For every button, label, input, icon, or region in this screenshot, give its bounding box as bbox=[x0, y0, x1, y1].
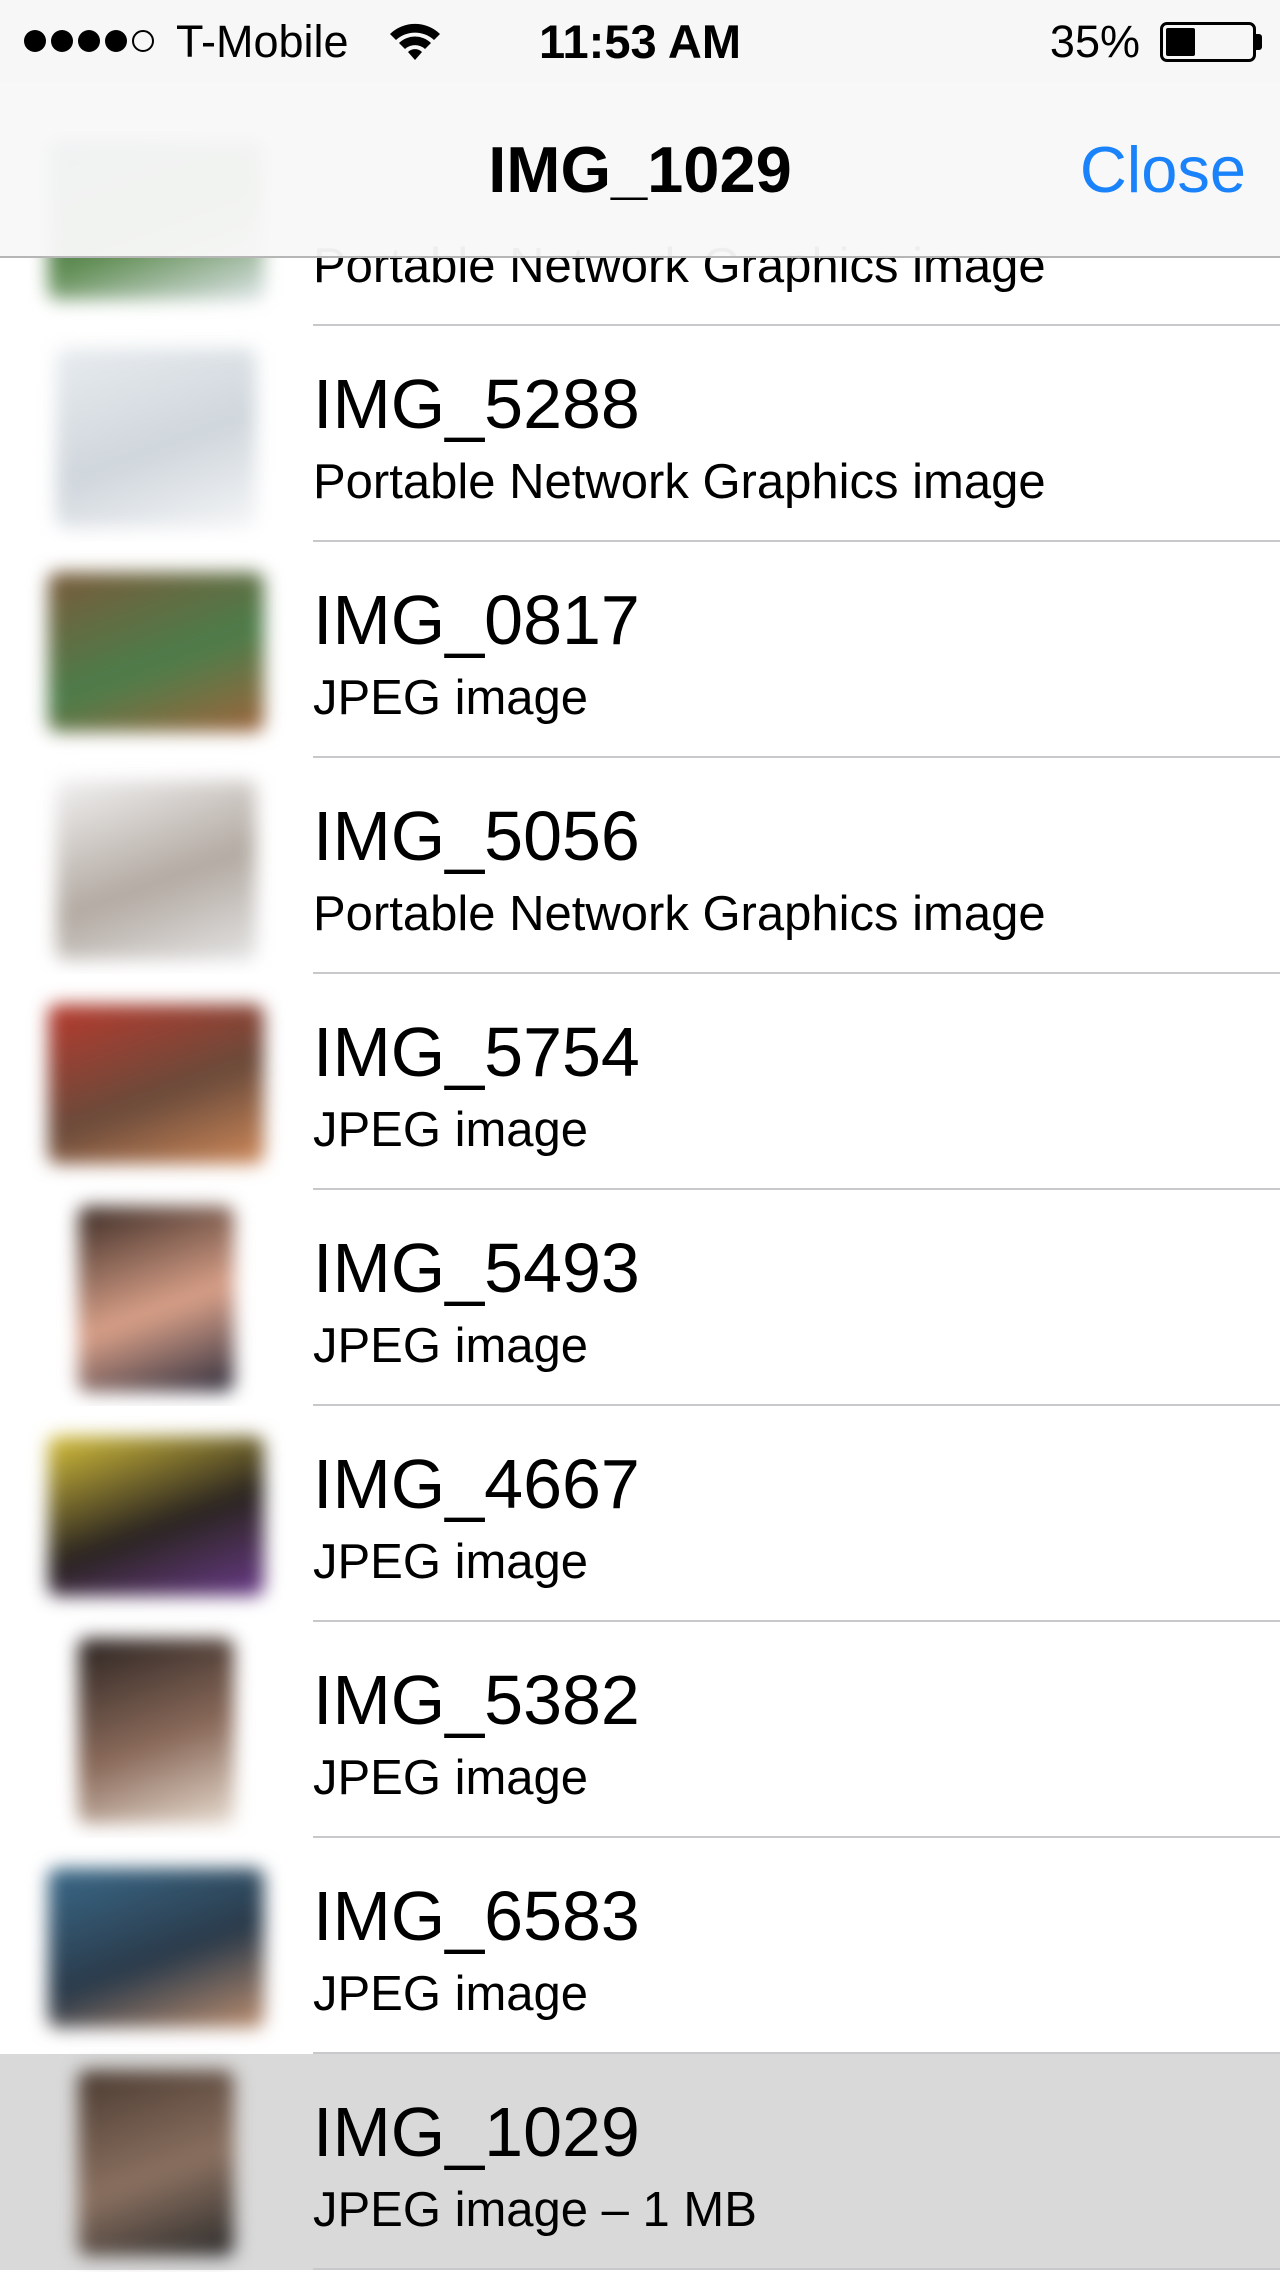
list-item-selected[interactable]: IMG_1029 JPEG image – 1 MB bbox=[0, 2054, 1280, 2270]
file-thumbnail bbox=[48, 572, 264, 732]
file-name: IMG_5493 bbox=[313, 1229, 640, 1307]
file-thumbnail bbox=[78, 1206, 234, 1392]
file-thumbnail bbox=[48, 1868, 264, 2028]
battery-nub bbox=[1256, 34, 1262, 50]
file-type: JPEG image bbox=[313, 1319, 589, 1373]
file-type: JPEG image bbox=[313, 1103, 589, 1157]
status-bar: T-Mobile 11:53 AM 35% bbox=[0, 0, 1280, 82]
file-name: IMG_5382 bbox=[313, 1661, 640, 1739]
navigation-bar: IMG_1029 Close bbox=[0, 82, 1280, 258]
file-type: JPEG image bbox=[313, 1535, 589, 1589]
list-item[interactable]: IMG_5493 JPEG image bbox=[0, 1190, 1280, 1406]
list-item[interactable]: IMG_0817 JPEG image bbox=[0, 542, 1280, 758]
file-thumbnail bbox=[78, 1638, 234, 1824]
file-name: IMG_0817 bbox=[313, 581, 640, 659]
file-name: IMG_4667 bbox=[313, 1445, 640, 1523]
file-thumbnail bbox=[48, 1436, 264, 1596]
file-name: IMG_5754 bbox=[313, 1013, 640, 1091]
close-button[interactable]: Close bbox=[1080, 132, 1246, 207]
list-item[interactable]: IMG_5382 JPEG image bbox=[0, 1622, 1280, 1838]
row-separator bbox=[313, 2268, 1280, 2270]
file-thumbnail bbox=[56, 348, 256, 528]
file-thumbnail bbox=[78, 2070, 234, 2256]
list-item[interactable]: IMG_4667 JPEG image bbox=[0, 1406, 1280, 1622]
file-type: Portable Network Graphics image bbox=[313, 887, 1046, 941]
list-item[interactable]: IMG_5754 JPEG image bbox=[0, 974, 1280, 1190]
file-name: IMG_1029 bbox=[313, 2093, 640, 2171]
file-type: JPEG image – 1 MB bbox=[313, 2183, 757, 2237]
list-item[interactable]: IMG_6583 JPEG image bbox=[0, 1838, 1280, 2054]
list-item[interactable]: IMG_5288 Portable Network Graphics image bbox=[0, 326, 1280, 542]
list-item[interactable]: IMG_5056 Portable Network Graphics image bbox=[0, 758, 1280, 974]
file-type: JPEG image bbox=[313, 1967, 589, 2021]
battery-percentage: 35% bbox=[1049, 16, 1140, 67]
screen: Portable Network Graphics image IMG_5288 P… bbox=[0, 0, 1280, 2272]
battery-level bbox=[1166, 28, 1195, 56]
file-type: Portable Network Graphics image bbox=[313, 455, 1046, 509]
file-name: IMG_5056 bbox=[313, 797, 640, 875]
file-name: IMG_5288 bbox=[313, 365, 640, 443]
file-name: IMG_6583 bbox=[313, 1877, 640, 1955]
file-thumbnail bbox=[48, 1004, 264, 1164]
battery-icon bbox=[1160, 22, 1256, 62]
file-type: JPEG image bbox=[313, 1751, 589, 1805]
file-type: JPEG image bbox=[313, 671, 589, 725]
file-thumbnail bbox=[56, 780, 256, 960]
file-list[interactable]: Portable Network Graphics image IMG_5288 P… bbox=[0, 0, 1280, 2272]
